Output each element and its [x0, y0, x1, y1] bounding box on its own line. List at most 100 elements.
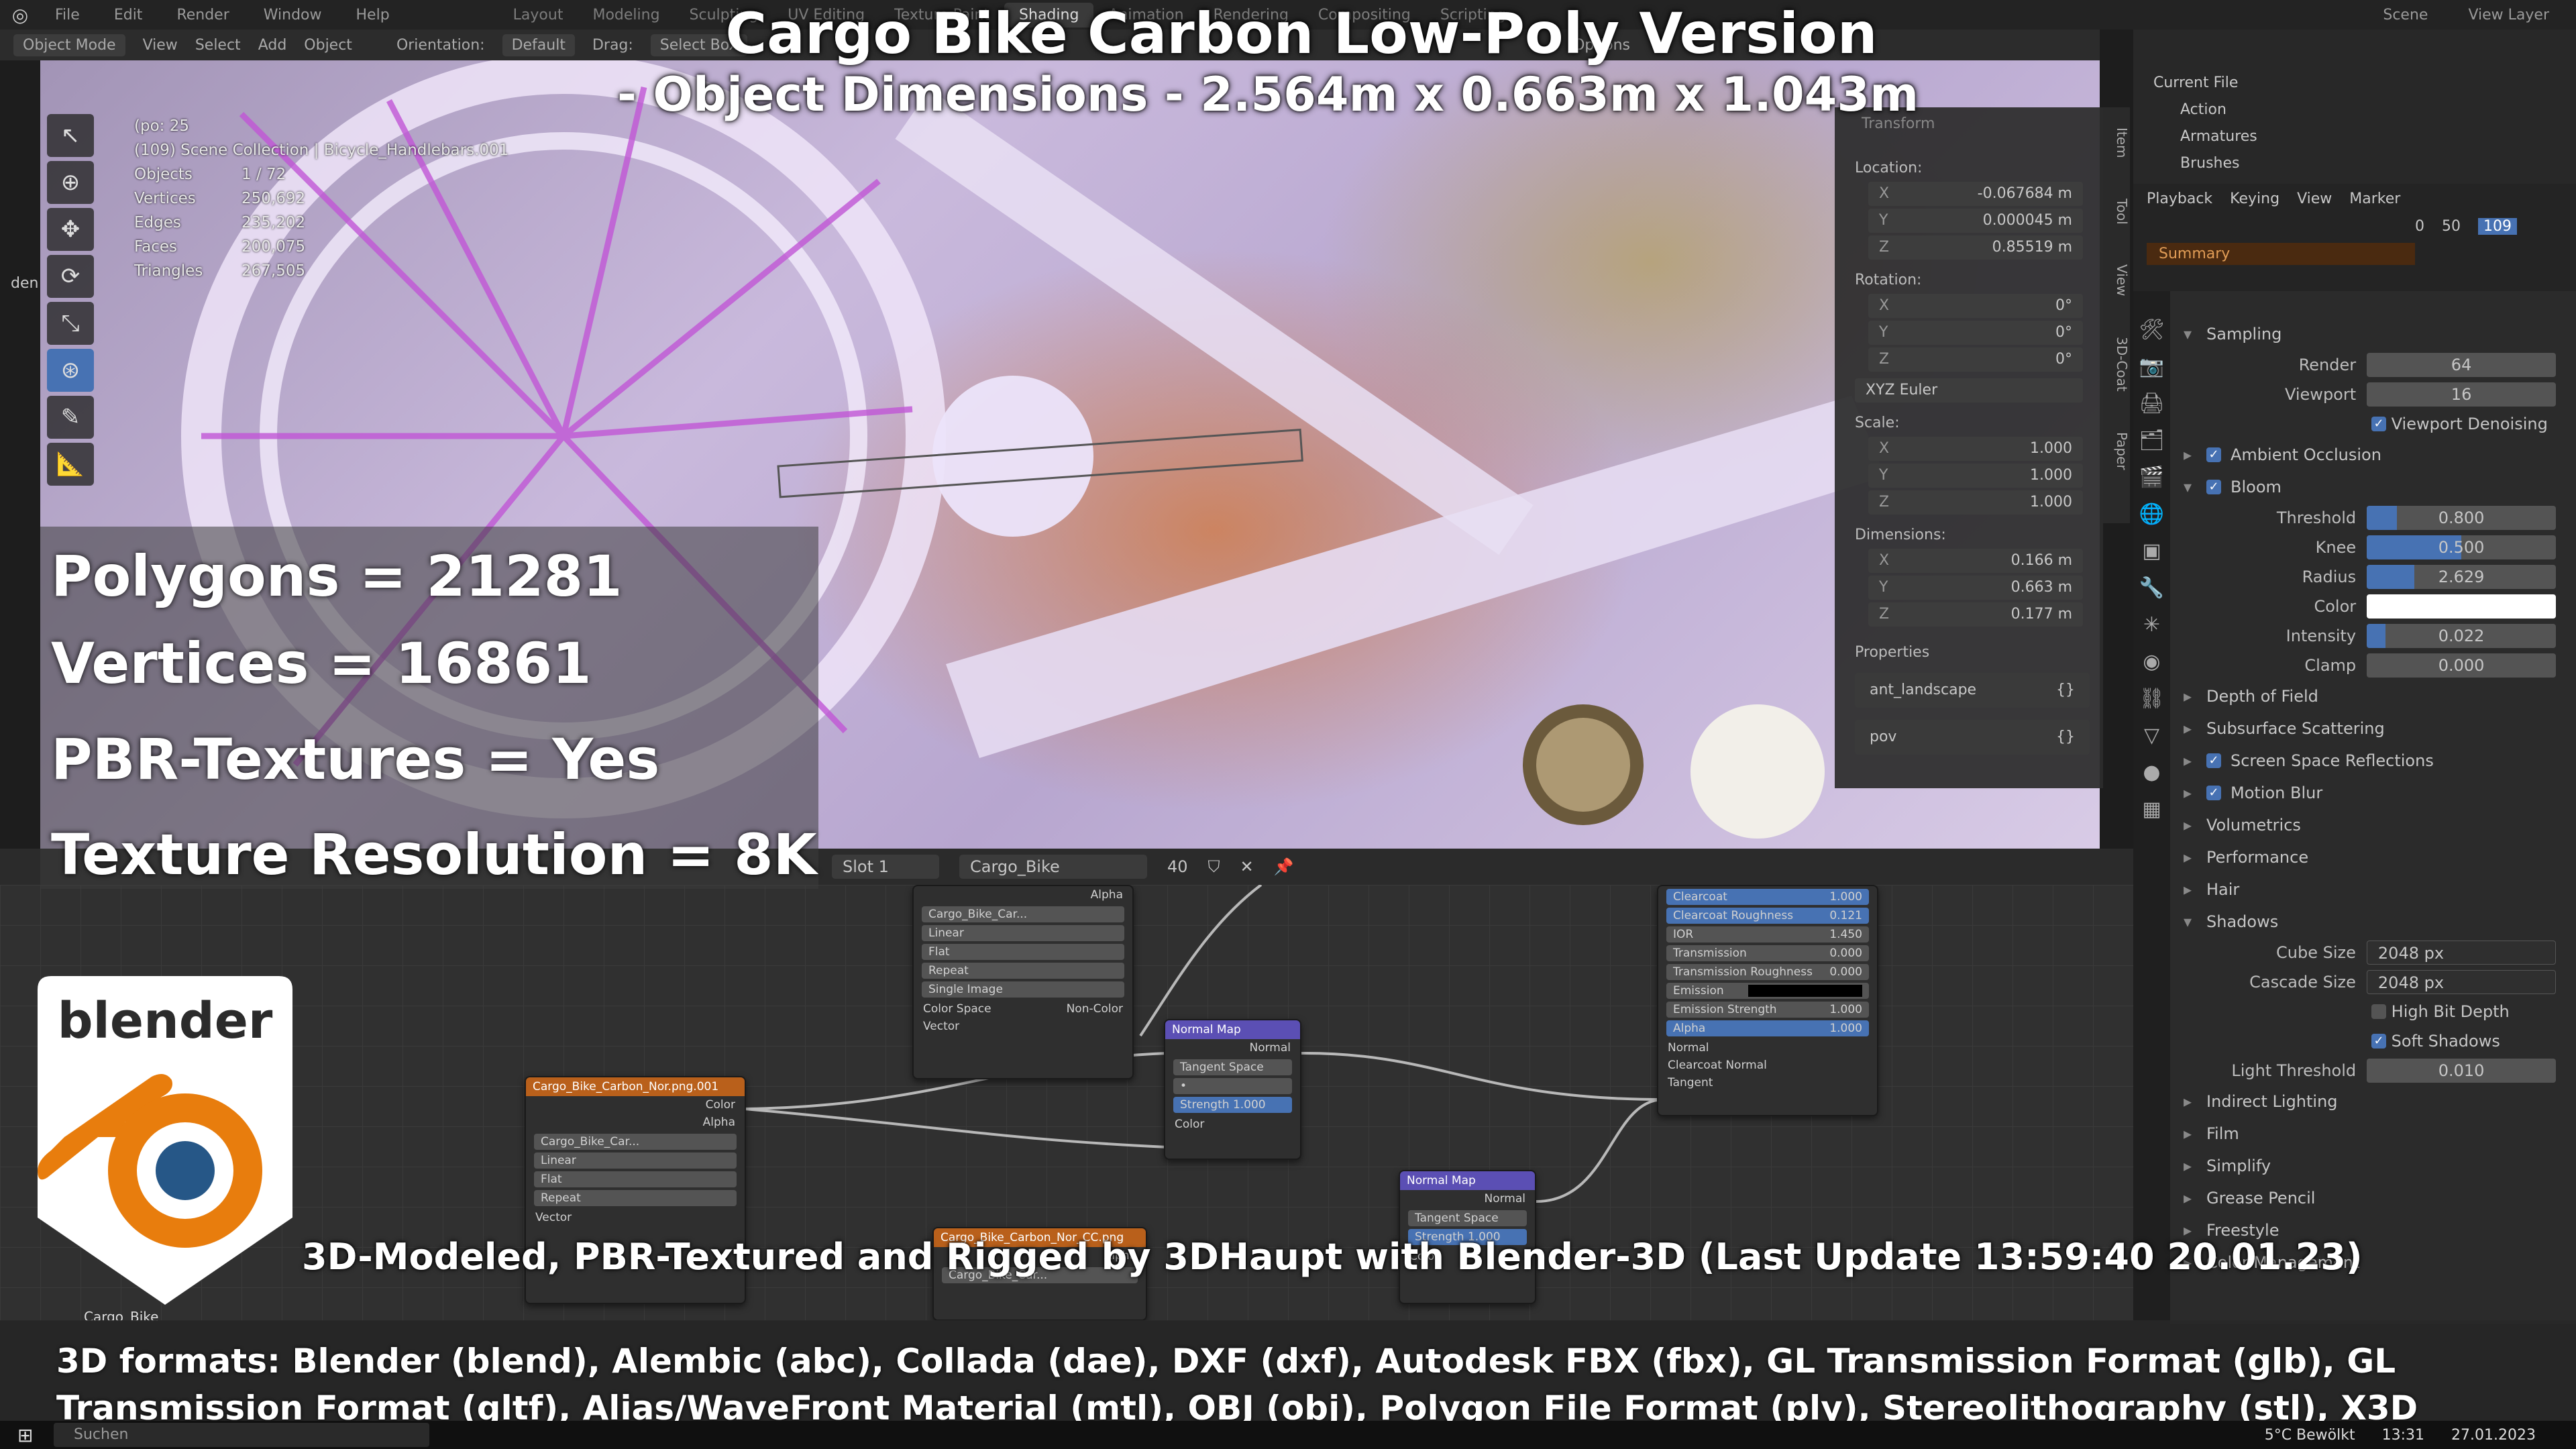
object-icon[interactable]: ▣ — [2142, 539, 2161, 563]
modifier-icon[interactable]: 🔧 — [2139, 576, 2164, 600]
section-volumetrics[interactable]: ▸ Volumetrics — [2184, 809, 2556, 841]
location-y-field[interactable]: Y 0.000045 m — [1868, 209, 2083, 233]
render-icon[interactable]: 📷 — [2139, 355, 2164, 378]
output-icon[interactable]: 🖨 — [2139, 392, 2164, 415]
tab-item[interactable]: Item — [2103, 127, 2130, 158]
image-texture-node[interactable]: Alpha Cargo_Bike_Car... Linear Flat Repe… — [912, 885, 1134, 1079]
color-space-row[interactable]: Color Space Non-Color — [914, 1000, 1132, 1018]
uv-map-field[interactable]: • — [1173, 1078, 1292, 1094]
socket-normal[interactable]: Normal — [1400, 1190, 1535, 1208]
tab-paper[interactable]: Paper — [2103, 432, 2130, 470]
rotation-z-field[interactable]: Z 0° — [1868, 347, 2083, 372]
tab-view[interactable]: View — [2103, 264, 2130, 296]
rotation-mode-dropdown[interactable]: XYZ Euler — [1855, 378, 2083, 402]
weather-widget[interactable]: 5°C Bewölkt — [2265, 1427, 2355, 1444]
outliner-item[interactable]: Armatures — [2153, 123, 2576, 150]
keying-menu[interactable]: Keying — [2230, 191, 2279, 207]
transform-tool-icon[interactable]: ⊛ — [47, 349, 94, 392]
bsdf-input[interactable]: Emission Strength 1.000 — [1666, 1002, 1869, 1018]
scene-icon[interactable]: 🎬 — [2139, 466, 2164, 489]
clock-date[interactable]: 27.01.2023 — [2451, 1427, 2536, 1444]
section-hair[interactable]: ▸ Hair — [2184, 873, 2556, 906]
particles-icon[interactable]: ✳ — [2143, 613, 2160, 637]
section-simplify[interactable]: ▸ Simplify — [2184, 1150, 2556, 1182]
bloom-threshold[interactable]: Threshold 0.800 — [2197, 503, 2556, 533]
section-depth-of-field[interactable]: ▸ Depth of Field — [2184, 680, 2556, 712]
cube-size-dropdown[interactable]: Cube Size 2048 px — [2197, 938, 2556, 967]
scale-tool-icon[interactable]: ⤡ — [47, 302, 94, 345]
location-x-field[interactable]: X -0.067684 m — [1868, 182, 2083, 206]
scale-z-field[interactable]: Z 1.000 — [1868, 490, 2083, 515]
cascade-size-dropdown[interactable]: Cascade Size 2048 px — [2197, 967, 2556, 997]
physics-icon[interactable]: ◉ — [2143, 650, 2160, 674]
playback-menu[interactable]: Playback — [2147, 191, 2212, 207]
source-dropdown[interactable]: Single Image — [922, 981, 1124, 998]
cursor-tool-icon[interactable]: ⊕ — [47, 161, 94, 204]
material-name-field[interactable]: Cargo_Bike — [959, 855, 1147, 879]
section-indirect-lighting[interactable]: ▸ Indirect Lighting — [2184, 1085, 2556, 1118]
outliner-item[interactable]: Brushes — [2153, 150, 2576, 177]
bsdf-input[interactable]: Transmission 0.000 — [1666, 945, 1869, 961]
bsdf-input[interactable]: Transmission Roughness 0.000 — [1666, 964, 1869, 980]
projection-dropdown[interactable]: Flat — [534, 1171, 737, 1187]
section-ambient-occlusion[interactable]: ▸ ✓ Ambient Occlusion — [2184, 439, 2556, 471]
rotation-x-field[interactable]: X 0° — [1868, 294, 2083, 318]
custom-property-row[interactable]: pov{} — [1855, 720, 2090, 755]
bloom-color[interactable]: Color — [2197, 592, 2556, 621]
scale-x-field[interactable]: X 1.000 — [1868, 437, 2083, 461]
bloom-radius[interactable]: Radius 2.629 — [2197, 562, 2556, 592]
soft-shadows-checkbox[interactable]: ✓ Soft Shadows — [2197, 1026, 2556, 1056]
light-threshold[interactable]: Light Threshold 0.010 — [2197, 1056, 2556, 1085]
pin-icon[interactable]: 📌 — [1274, 857, 1294, 876]
interpolation-dropdown[interactable]: Linear — [922, 925, 1124, 941]
close-icon[interactable]: ✕ — [1240, 857, 1254, 876]
measure-tool-icon[interactable]: 📐 — [47, 443, 94, 486]
frame-ruler[interactable]: 0 50 109 — [2415, 218, 2563, 235]
socket-tangent[interactable]: Tangent — [1658, 1074, 1877, 1091]
material-slot-dropdown[interactable]: Slot 1 — [832, 855, 939, 879]
custom-property-row[interactable]: ant_landscape{} — [1855, 673, 2090, 708]
high-bit-depth-checkbox[interactable]: High Bit Depth — [2197, 997, 2556, 1026]
section-film[interactable]: ▸ Film — [2184, 1118, 2556, 1150]
fake-user-icon[interactable]: ⛉ — [1208, 857, 1220, 876]
dimension-z-field[interactable]: Z 0.177 m — [1868, 602, 2083, 627]
clock-time[interactable]: 13:31 — [2382, 1427, 2424, 1444]
bsdf-input[interactable]: Emission — [1666, 983, 1869, 999]
socket-color[interactable]: Color — [1165, 1116, 1300, 1133]
bsdf-input[interactable]: IOR 1.450 — [1666, 926, 1869, 943]
socket-vector[interactable]: Vector — [914, 1018, 1132, 1035]
material-icon[interactable]: ● — [2143, 761, 2160, 784]
viewport-denoising-checkbox[interactable]: ✓ Viewport Denoising — [2197, 409, 2556, 439]
bloom-clamp[interactable]: Clamp 0.000 — [2197, 651, 2556, 680]
interpolation-dropdown[interactable]: Linear — [534, 1152, 737, 1169]
space-dropdown[interactable]: Tangent Space — [1173, 1059, 1292, 1075]
dimension-x-field[interactable]: X 0.166 m — [1868, 549, 2083, 573]
viewport-samples[interactable]: Viewport 16 — [2197, 380, 2556, 409]
strength-slider[interactable]: Strength 1.000 — [1173, 1097, 1292, 1113]
extension-dropdown[interactable]: Repeat — [922, 963, 1124, 979]
principled-bsdf-node[interactable]: Clearcoat 1.000 Clearcoat Roughness 0.12… — [1657, 885, 1878, 1116]
data-icon[interactable]: ▽ — [2144, 724, 2159, 747]
socket-alpha[interactable]: Alpha — [526, 1114, 745, 1131]
windows-start-icon[interactable]: ⊞ — [17, 1424, 33, 1446]
socket-clearcoat-normal[interactable]: Clearcoat Normal — [1658, 1057, 1877, 1074]
socket-normal[interactable]: Normal — [1165, 1039, 1300, 1057]
dimension-y-field[interactable]: Y 0.663 m — [1868, 576, 2083, 600]
location-z-field[interactable]: Z 0.85519 m — [1868, 235, 2083, 260]
projection-dropdown[interactable]: Flat — [922, 944, 1124, 960]
image-selector[interactable]: Cargo_Bike_Car... — [534, 1134, 737, 1150]
space-dropdown[interactable]: Tangent Space — [1408, 1210, 1527, 1226]
rotation-y-field[interactable]: Y 0° — [1868, 321, 2083, 345]
section-subsurface-scattering[interactable]: ▸ Subsurface Scattering — [2184, 712, 2556, 745]
current-frame[interactable]: 109 — [2478, 218, 2517, 235]
material-users-count[interactable]: 40 — [1167, 857, 1188, 876]
view-menu[interactable]: View — [2297, 191, 2332, 207]
bloom-knee[interactable]: Knee 0.500 — [2197, 533, 2556, 562]
normal-map-node[interactable]: Normal Map Normal Tangent Space • Streng… — [1164, 1019, 1301, 1160]
rotate-tool-icon[interactable]: ⟳ — [47, 255, 94, 298]
move-tool-icon[interactable]: ✥ — [47, 208, 94, 251]
bsdf-input[interactable]: Clearcoat Roughness 0.121 — [1666, 908, 1869, 924]
tab-3d-coat[interactable]: 3D-Coat — [2103, 337, 2130, 392]
section-shadows[interactable]: ▾ Shadows — [2184, 906, 2556, 938]
socket-normal[interactable]: Normal — [1658, 1039, 1877, 1057]
